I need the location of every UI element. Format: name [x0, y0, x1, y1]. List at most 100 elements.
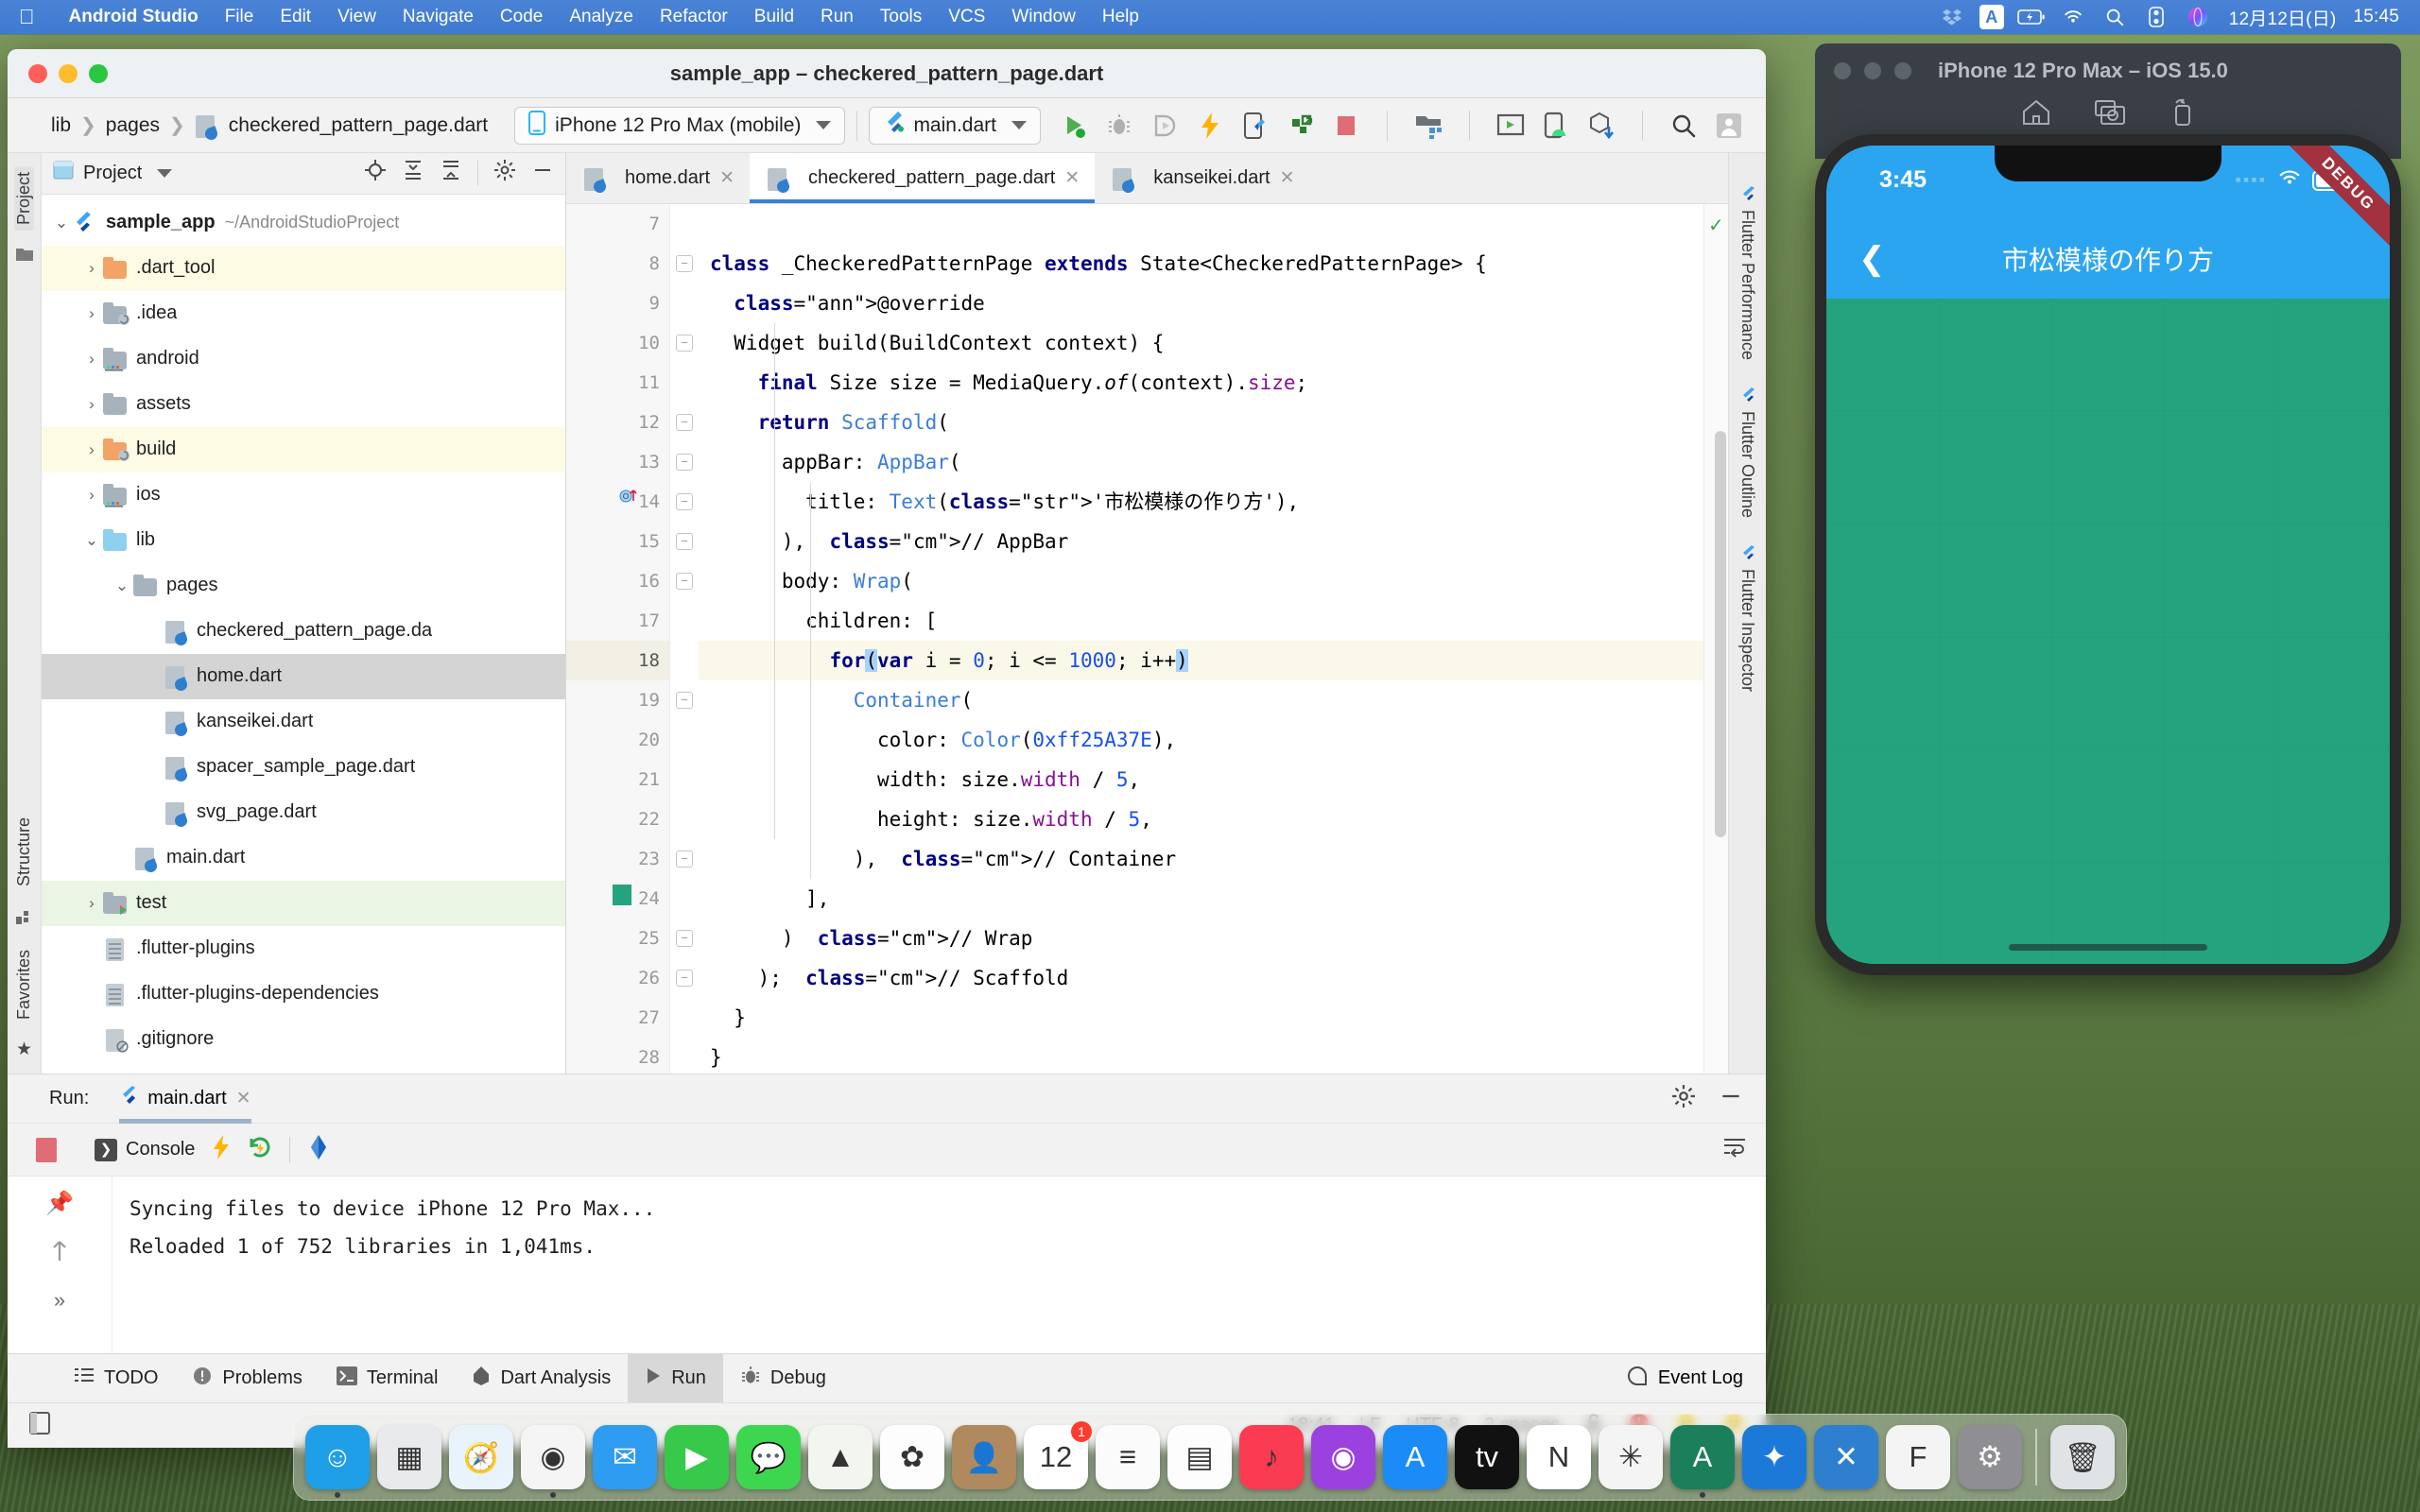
chevron-right-icon[interactable]: ›: [81, 486, 102, 505]
expand-all-icon[interactable]: [402, 159, 424, 187]
code-line[interactable]: width: size.width / 5,: [699, 760, 1703, 799]
tool-button-run[interactable]: Run: [628, 1353, 723, 1403]
device-selector[interactable]: iPhone 12 Pro Max (mobile): [514, 106, 846, 145]
tool-button-debug[interactable]: Debug: [723, 1354, 843, 1403]
menu-item-build[interactable]: Build: [741, 7, 807, 27]
dock-item-figma[interactable]: F: [1886, 1425, 1950, 1489]
chevron-right-icon[interactable]: ›: [81, 395, 102, 414]
profile-icon[interactable]: [1285, 110, 1317, 142]
device-manager-icon[interactable]: [1495, 110, 1527, 142]
fold-toggle-icon[interactable]: −: [676, 573, 693, 590]
line-number[interactable]: 15: [566, 522, 669, 561]
debug-icon[interactable]: [1103, 110, 1135, 142]
code-line[interactable]: ), class="cm">// AppBar: [699, 522, 1703, 561]
code-line[interactable]: return Scaffold(: [699, 403, 1703, 442]
code-line[interactable]: ) class="cm">// Wrap: [699, 919, 1703, 958]
line-number[interactable]: 9: [566, 284, 669, 323]
tab-kanseikei-dart[interactable]: kanseikei.dart ✕: [1095, 153, 1309, 203]
code-line[interactable]: color: Color(0xff25A37E),: [699, 720, 1703, 760]
tool-button-dart-analysis[interactable]: Dart Analysis: [455, 1354, 628, 1403]
menu-item-view[interactable]: View: [324, 7, 389, 27]
console-button[interactable]: ❯ Console: [95, 1138, 195, 1161]
line-number[interactable]: 27: [566, 998, 669, 1038]
wrap-text-icon[interactable]: [1722, 1136, 1747, 1163]
project-tree[interactable]: ⌄ sample_app ~/AndroidStudioProject › .da…: [42, 195, 565, 1074]
dock-item-launchpad[interactable]: ▦: [377, 1425, 441, 1489]
line-number[interactable]: 10: [566, 323, 669, 363]
tab-home-dart[interactable]: home.dart ✕: [566, 153, 750, 203]
tree-row[interactable]: checkered_pattern_page.da: [42, 609, 565, 654]
dock-item-facetime[interactable]: ▶: [665, 1425, 729, 1489]
tree-row-root[interactable]: ⌄ sample_app ~/AndroidStudioProject: [42, 200, 565, 246]
run-tab-main-dart[interactable]: main.dart ✕: [119, 1074, 258, 1124]
sidebar-item-project[interactable]: Project: [14, 166, 34, 232]
tree-row[interactable]: › assets: [42, 382, 565, 427]
code-editor[interactable]: 7 8 9 10 11 12 13 14 15 16 17 18 19 20 21 22 23 24 25 26 27 2…: [566, 204, 1728, 1108]
dock-item-chrome[interactable]: ◉: [521, 1425, 585, 1498]
code-line[interactable]: class _CheckeredPatternPage extends Stat…: [699, 244, 1703, 284]
fold-toggle-icon[interactable]: −: [676, 454, 693, 471]
hot-reload-icon[interactable]: [212, 1134, 231, 1165]
sidebar-item-flutter-outline[interactable]: Flutter Outline: [1737, 387, 1757, 518]
avd-manager-icon[interactable]: [1412, 110, 1444, 142]
fold-toggle-icon[interactable]: −: [676, 970, 693, 987]
tree-row[interactable]: › build: [42, 426, 565, 472]
dock-item-vscode[interactable]: ✕: [1814, 1425, 1878, 1489]
hide-icon[interactable]: [531, 159, 554, 187]
chevron-down-icon[interactable]: ⌄: [81, 531, 102, 550]
line-number[interactable]: 26: [566, 958, 669, 998]
line-number-gutter[interactable]: 7 8 9 10 11 12 13 14 15 16 17 18 19 20 21 22 23 24 25 26 27 2…: [566, 204, 670, 1108]
tab-checkered-pattern-page-dart[interactable]: checkered_pattern_page.dart ✕: [749, 153, 1096, 203]
battery-charging-icon[interactable]: [2016, 6, 2046, 28]
account-icon[interactable]: [1713, 110, 1745, 142]
hide-icon[interactable]: [1719, 1084, 1743, 1113]
code-line[interactable]: body: Wrap(: [699, 561, 1703, 601]
code-line[interactable]: [699, 204, 1703, 244]
code-line[interactable]: height: size.width / 5,: [699, 799, 1703, 839]
open-devtools-icon[interactable]: [307, 1134, 330, 1165]
line-number[interactable]: 8: [566, 244, 669, 284]
code-line[interactable]: }: [699, 1038, 1703, 1074]
breadcrumb-lib[interactable]: lib: [42, 114, 80, 137]
code-line[interactable]: Container(: [699, 680, 1703, 720]
run-coverage-icon[interactable]: [1149, 110, 1181, 142]
maximize-window-button[interactable]: [89, 63, 108, 83]
control-center-icon[interactable]: [2142, 6, 2170, 28]
fold-toggle-icon[interactable]: −: [676, 335, 693, 352]
code-text[interactable]: class _CheckeredPatternPage extends Stat…: [699, 204, 1703, 1074]
minimize-window-button[interactable]: [59, 63, 78, 83]
code-line[interactable]: title: Text(class="str">'市松模様の作り方'),: [699, 482, 1703, 522]
minimize-simulator-button[interactable]: [1864, 62, 1881, 79]
dock-item-android-studio[interactable]: A: [1670, 1425, 1735, 1498]
search-everywhere-icon[interactable]: [1668, 110, 1700, 142]
dock-item-appletv[interactable]: tv: [1455, 1425, 1519, 1489]
dock-item-maps[interactable]: ▲: [808, 1425, 873, 1489]
folder-icon[interactable]: [15, 246, 34, 267]
tree-row[interactable]: .flutter-plugins: [42, 926, 565, 971]
line-number[interactable]: 25: [566, 919, 669, 958]
menu-item-help[interactable]: Help: [1089, 7, 1152, 27]
hot-restart-icon[interactable]: [248, 1134, 272, 1165]
line-number[interactable]: 21: [566, 760, 669, 799]
dock-item-xcode[interactable]: ✦: [1742, 1425, 1806, 1489]
tool-button-terminal[interactable]: Terminal: [320, 1354, 456, 1403]
dock-item-trash[interactable]: 🗑: [2050, 1425, 2115, 1489]
tree-row[interactable]: › test: [42, 880, 565, 926]
tool-button-todo[interactable]: TODO: [57, 1354, 175, 1403]
fold-toggle-icon[interactable]: −: [676, 493, 693, 510]
code-line[interactable]: ],: [699, 879, 1703, 919]
inspection-gutter[interactable]: ✓: [1703, 204, 1728, 1074]
tree-row[interactable]: .gitignore: [42, 1017, 565, 1062]
color-preview-swatch[interactable]: [613, 885, 631, 905]
chevron-right-icon[interactable]: ›: [81, 440, 102, 459]
settings-gear-icon[interactable]: [493, 159, 516, 187]
menu-item-tools[interactable]: Tools: [867, 7, 935, 27]
dock-item-contacts[interactable]: 👤: [952, 1425, 1016, 1489]
dock-item-slack[interactable]: ✳: [1599, 1425, 1663, 1489]
line-number[interactable]: 16: [566, 561, 669, 601]
line-number[interactable]: 22: [566, 799, 669, 839]
fold-toggle-icon[interactable]: −: [676, 255, 693, 272]
menu-item-android-studio[interactable]: Android Studio: [56, 7, 212, 27]
dock-item-finder[interactable]: ☺: [305, 1425, 370, 1498]
line-number[interactable]: 17: [566, 601, 669, 641]
